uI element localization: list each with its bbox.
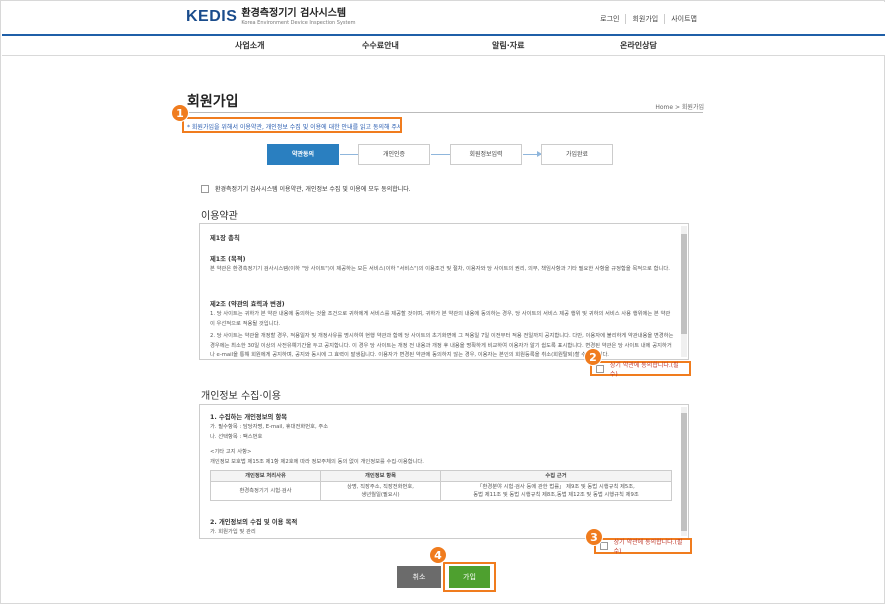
terms-chapter: 제1장 총칙 xyxy=(210,235,240,242)
agree-all-label: 환경측정기기 검사시스템 이용약관, 개인정보 수집 및 이용에 모두 동의합니… xyxy=(215,186,411,193)
terms-article1-body: 본 약관은 환경측정기기 검사시스템(이하 "당 사이트")이 제공하는 모든 … xyxy=(210,266,670,272)
terms-title: 이용약관 xyxy=(201,211,238,222)
nav-item-notices[interactable]: 알림·자료 xyxy=(492,40,524,51)
page-title: 회원가입 xyxy=(187,94,239,110)
table-row: 환경측정기기 시험·검사 상명, 직장주소, 직장전화번호, 생년월일(필요시)… xyxy=(210,481,672,501)
utility-menu: 로그인 회원가입 사이트맵 xyxy=(594,14,703,24)
privacy-purpose-a: 가. 회원가입 및 관리 xyxy=(210,529,256,535)
sitemap-link[interactable]: 사이트맵 xyxy=(664,14,703,24)
agree-all-checkbox[interactable] xyxy=(201,184,209,193)
table-header: 개인정보 처리사유 xyxy=(210,470,321,482)
terms-article1-title: 제1조 (목적) xyxy=(210,256,246,263)
nav-item-fees[interactable]: 수수료안내 xyxy=(362,40,399,51)
logo-subtitle: Korea Environment Device Inspection Syst… xyxy=(241,20,356,26)
table-header: 수집 근거 xyxy=(440,470,672,482)
terms-article2-p1: 1. 당 사이트는 귀하가 본 약관 내용에 동의하는 것을 조건으로 귀하에게… xyxy=(210,311,671,327)
privacy-agree-label: 상기 약관에 동의합니다.(필수) xyxy=(613,539,683,555)
terms-scrollbar[interactable] xyxy=(681,226,687,357)
callout-badge-2: 2 xyxy=(584,348,602,366)
step-complete: 가입완료 xyxy=(541,144,613,165)
logo-mark: KEDIS xyxy=(186,8,238,25)
callout-badge-4: 4 xyxy=(429,546,447,564)
join-button-highlight: 가입 xyxy=(443,562,496,592)
main-nav: 사업소개 수수료안내 알림·자료 온라인상담 xyxy=(2,34,885,56)
logo-title: 환경측정기기 검사시스템 xyxy=(241,8,347,19)
signup-link[interactable]: 회원가입 xyxy=(625,14,664,24)
privacy-title: 개인정보 수집·이용 xyxy=(201,391,281,402)
terms-agree-checkbox[interactable] xyxy=(596,364,604,373)
breadcrumb: Home > 회원가입 xyxy=(655,104,704,111)
agree-all-row[interactable]: 환경측정기기 검사시스템 이용약관, 개인정보 수집 및 이용에 모두 동의합니… xyxy=(201,184,411,193)
nav-item-business[interactable]: 사업소개 xyxy=(235,40,264,51)
table-header-row: 개인정보 처리사유 개인정보 항목 수집 근거 xyxy=(210,470,672,482)
step-identity: 개인인증 xyxy=(358,144,430,165)
terms-agree-row[interactable]: 상기 약관에 동의합니다.(필수) xyxy=(590,361,691,378)
step-arrow xyxy=(523,151,542,157)
privacy-other-title: <기타 고지 사항> xyxy=(210,449,252,455)
privacy-table: 개인정보 처리사유 개인정보 항목 수집 근거 환경측정기기 시험·검사 상명,… xyxy=(210,470,672,501)
divider xyxy=(186,112,703,113)
callout-badge-3: 3 xyxy=(585,528,603,546)
terms-article2-title: 제2조 (약관의 효력과 변경) xyxy=(210,301,285,308)
privacy-other-body: 개인정보 보호법 제15조 제1항 제2호에 따라 정보주체의 동의 없이 개인… xyxy=(210,459,424,465)
privacy-optional-items: 나. 선택항목 : 팩스번호 xyxy=(210,434,263,440)
terms-article2-p2: 2. 당 사이트는 약관을 개정할 경우, 적용일자 및 개정사유를 명시하여 … xyxy=(210,333,674,358)
signup-notice: * 회원가입을 위해서 이용약관, 개인정보 수집 및 이용에 대한 안내를 읽… xyxy=(182,117,402,133)
table-cell-reason: 환경측정기기 시험·검사 xyxy=(210,481,321,501)
step-member-info: 회원정보입력 xyxy=(450,144,522,165)
join-button[interactable]: 가입 xyxy=(449,566,490,588)
terms-agree-label: 상기 약관에 동의합니다.(필수) xyxy=(609,361,679,378)
cancel-button[interactable]: 취소 xyxy=(397,566,441,588)
terms-box[interactable]: 제1장 총칙 제1조 (목적) 본 약관은 환경측정기기 검사시스템(이하 "당… xyxy=(199,223,689,360)
nav-item-consult[interactable]: 온라인상담 xyxy=(620,40,657,51)
site-header: KEDIS 환경측정기기 검사시스템 Korea Environment Dev… xyxy=(2,2,885,34)
site-logo[interactable]: KEDIS 환경측정기기 검사시스템 Korea Environment Dev… xyxy=(186,8,355,27)
privacy-scrollbar[interactable] xyxy=(681,407,687,536)
page-frame: KEDIS 환경측정기기 검사시스템 Korea Environment Dev… xyxy=(0,0,885,604)
privacy-agree-row[interactable]: 상기 약관에 동의합니다.(필수) xyxy=(594,538,692,555)
table-cell-items: 상명, 직장주소, 직장전화번호, 생년월일(필요시) xyxy=(320,481,441,501)
privacy-section1-title: 1. 수집하는 개인정보의 항목 xyxy=(210,414,288,421)
callout-badge-1: 1 xyxy=(171,104,189,122)
privacy-box[interactable]: 1. 수집하는 개인정보의 항목 가. 필수항목 : 담당자명, E-mail,… xyxy=(199,404,689,539)
privacy-section2-title: 2. 개인정보의 수집 및 이용 목적 xyxy=(210,519,298,526)
login-link[interactable]: 로그인 xyxy=(594,14,625,24)
table-header: 개인정보 항목 xyxy=(320,470,441,482)
table-cell-basis: 「환경분야 시험·검사 등에 관한 법률」 제9조 및 동법 시행규칙 제5조,… xyxy=(440,481,672,501)
privacy-agree-checkbox[interactable] xyxy=(600,542,608,550)
step-terms: 약관동의 xyxy=(267,144,339,165)
privacy-required-items: 가. 필수항목 : 담당자명, E-mail, 휴대전화번호, 주소 xyxy=(210,424,329,430)
